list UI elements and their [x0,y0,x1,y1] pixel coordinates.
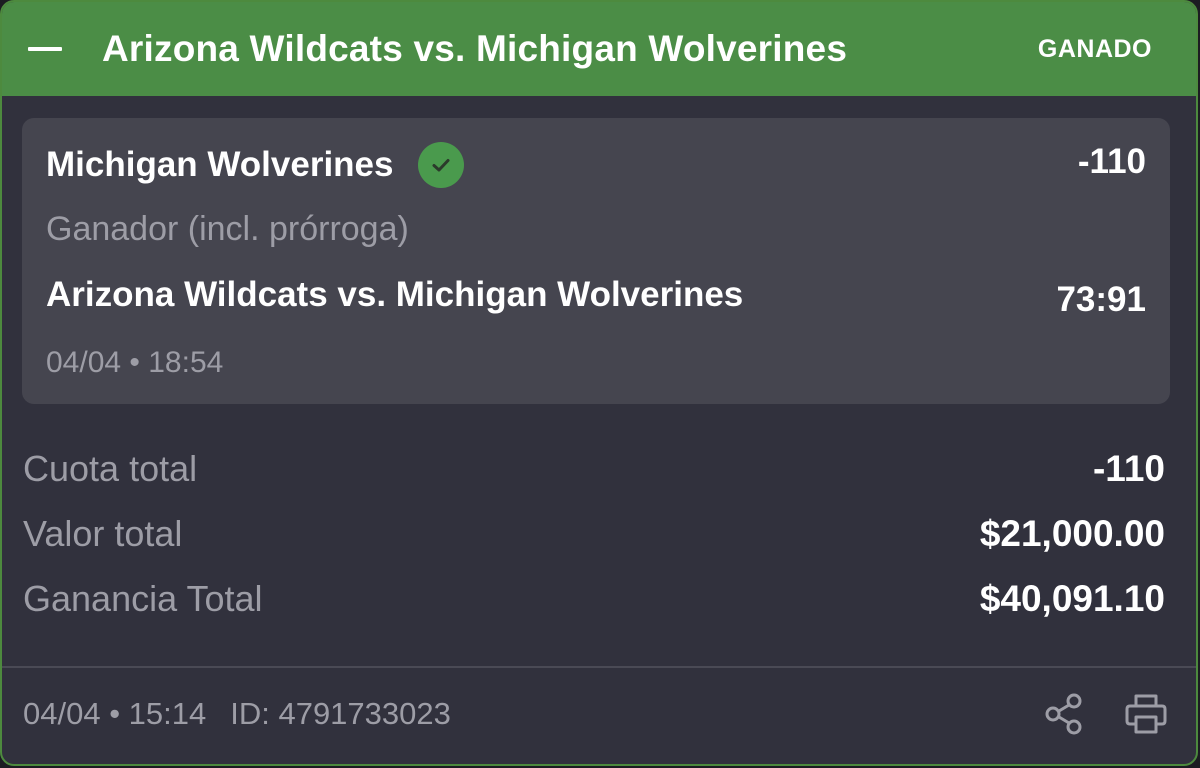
total-stake-row: Valor total $21,000.00 [23,513,1165,555]
total-stake-label: Valor total [23,513,183,554]
divider [2,666,1196,668]
bet-card: Arizona Wildcats vs. Michigan Wolverines… [0,0,1198,766]
bet-footer: 04/04 • 15:14 ID: 4791733023 [23,690,1168,738]
total-win-value: $40,091.10 [979,578,1165,619]
bet-datetime: 04/04 • 15:14 [23,696,207,731]
bet-selection: Michigan Wolverines -110 Ganador (incl. … [22,118,1170,404]
bet-card-header[interactable]: Arizona Wildcats vs. Michigan Wolverines… [2,2,1196,96]
selection-odds: -110 [1077,142,1146,181]
selection-team-label: Michigan Wolverines [46,145,394,184]
selection-market: Ganador (incl. prórroga) [46,210,409,248]
selection-datetime: 04/04 • 18:54 [46,346,224,379]
bet-title: Arizona Wildcats vs. Michigan Wolverines [102,28,848,69]
total-win-row: Ganancia Total $40,091.10 [23,578,1165,620]
total-stake-value: $21,000.00 [979,513,1165,554]
selection-score: 73:91 [1056,280,1146,319]
total-odds-label: Cuota total [23,448,198,489]
total-win-label: Ganancia Total [23,578,263,619]
minus-icon[interactable] [28,47,62,51]
selection-event: Arizona Wildcats vs. Michigan Wolverines [46,275,744,314]
total-odds-row: Cuota total -110 [23,448,1165,490]
status-badge: GANADO [1037,34,1152,63]
footer-actions [1042,692,1168,736]
print-icon[interactable] [1124,692,1168,736]
share-icon[interactable] [1042,692,1086,736]
check-circle-icon [417,142,464,188]
selection-team: Michigan Wolverines [46,142,464,188]
bet-id: ID: 4791733023 [230,696,451,731]
total-odds-value: -110 [1092,448,1165,489]
